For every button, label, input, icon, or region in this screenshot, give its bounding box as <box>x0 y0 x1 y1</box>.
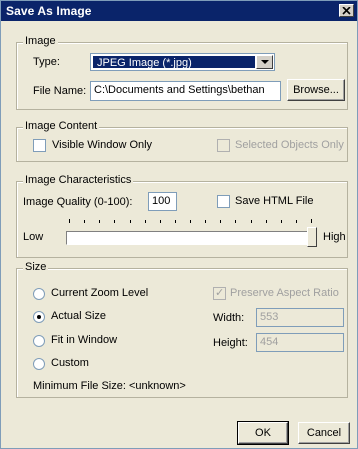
type-select[interactable]: JPEG Image (*.jpg) <box>90 53 275 71</box>
close-icon <box>342 6 351 15</box>
slider-low-label: Low <box>23 231 44 243</box>
image-quality-input[interactable]: 100 <box>148 192 177 211</box>
slider-tick <box>114 220 116 223</box>
radio-actual-size-label: Actual Size <box>51 310 107 322</box>
image-quality-label: Image Quality (0-100): <box>23 196 133 208</box>
slider-tick <box>205 220 207 223</box>
visible-window-only-checkbox[interactable] <box>33 139 46 152</box>
selected-objects-only-checkbox[interactable] <box>217 139 230 152</box>
quality-slider-thumb[interactable] <box>307 227 317 247</box>
slider-tick <box>99 220 101 223</box>
image-group-legend: Image <box>23 35 58 47</box>
dialog-title: Save As Image <box>6 4 92 18</box>
save-html-file-label: Save HTML File <box>235 195 314 207</box>
preserve-aspect-ratio-label: Preserve Aspect Ratio <box>230 287 339 299</box>
ok-button[interactable]: OK <box>237 421 289 445</box>
slider-tick <box>250 220 252 223</box>
width-label: Width: <box>213 312 245 324</box>
slider-tick <box>144 220 146 223</box>
preserve-aspect-ratio-checkbox[interactable]: ✓ <box>213 287 226 300</box>
image-characteristics-group: Image Characteristics <box>16 174 348 258</box>
slider-tick <box>174 220 176 223</box>
slider-tick <box>84 220 86 223</box>
slider-tick <box>129 220 131 223</box>
height-label: Height: <box>213 337 248 349</box>
slider-tick <box>190 220 191 223</box>
type-selected-value: JPEG Image (*.jpg) <box>93 56 255 69</box>
slider-tick <box>311 219 312 223</box>
selected-objects-only-label: Selected Objects Only <box>235 139 344 151</box>
quality-slider-track[interactable] <box>66 231 317 245</box>
type-dropdown-button[interactable] <box>256 55 273 69</box>
image-characteristics-legend: Image Characteristics <box>23 174 134 186</box>
radio-selected-dot <box>37 315 41 319</box>
radio-current-zoom-level-label: Current Zoom Level <box>51 287 149 299</box>
slider-tick <box>265 220 267 223</box>
filename-label: File Name: <box>33 85 87 97</box>
radio-fit-in-window[interactable] <box>33 335 45 347</box>
width-input[interactable]: 553 <box>256 308 344 327</box>
slider-high-label: High <box>323 231 346 243</box>
chevron-down-icon <box>260 60 269 64</box>
radio-actual-size[interactable] <box>33 311 45 323</box>
radio-fit-in-window-label: Fit in Window <box>51 334 118 346</box>
slider-tick <box>235 220 237 223</box>
radio-custom[interactable] <box>33 358 45 370</box>
radio-current-zoom-level[interactable] <box>33 288 45 300</box>
browse-button[interactable]: Browse... <box>287 79 345 101</box>
save-as-image-dialog: Save As Image Image Type: JPEG Image (*.… <box>0 0 358 449</box>
visible-window-only-label: Visible Window Only <box>52 139 153 151</box>
slider-tick <box>220 220 222 223</box>
type-label: Type: <box>33 56 60 68</box>
size-group-legend: Size <box>23 261 49 273</box>
height-input[interactable]: 454 <box>256 333 344 352</box>
title-bar[interactable]: Save As Image <box>1 1 357 21</box>
close-button[interactable] <box>339 4 354 17</box>
radio-custom-label: Custom <box>51 357 89 369</box>
filename-input[interactable]: C:\Documents and Settings\bethan <box>90 81 281 101</box>
slider-tick <box>280 220 282 223</box>
slider-tick <box>159 220 161 223</box>
slider-tick <box>295 220 297 223</box>
minimum-file-size: Minimum File Size: <unknown> <box>33 380 186 392</box>
slider-tick <box>69 219 70 223</box>
cancel-button[interactable]: Cancel <box>298 422 350 444</box>
image-content-legend: Image Content <box>23 120 100 132</box>
save-html-file-checkbox[interactable] <box>217 195 230 208</box>
check-icon: ✓ <box>215 287 225 299</box>
